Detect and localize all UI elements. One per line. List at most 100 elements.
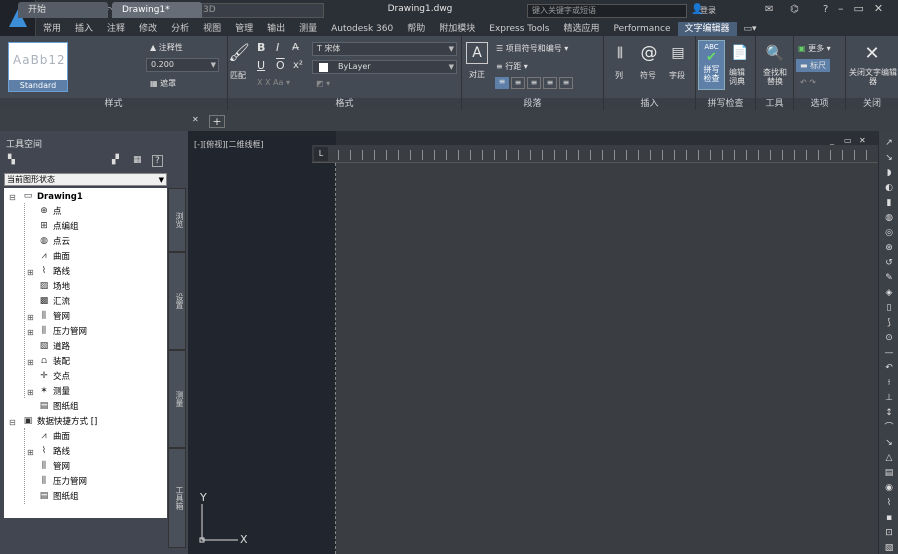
ribbon-tab-8[interactable]: 测量 <box>292 22 324 36</box>
tree-item[interactable]: ⊞ ⫼ 压力管网 <box>27 325 87 340</box>
doc-tab-start[interactable]: 开始 <box>18 2 108 18</box>
align-center-icon[interactable]: ≡ <box>511 77 525 89</box>
draw-tool-6-icon[interactable]: ◎ <box>883 227 895 239</box>
ribbon-tab-7[interactable]: 输出 <box>260 22 292 36</box>
close-icon[interactable]: ✕ <box>874 2 883 15</box>
side-tab-prospector[interactable]: 浏览 <box>168 188 186 252</box>
bullets-button[interactable]: ☰ 项目符号和编号 ▾ <box>496 43 568 54</box>
ribbon-tab-15[interactable]: 文字编辑器 <box>677 22 737 36</box>
draw-tool-26-icon[interactable]: ⊡ <box>883 527 895 539</box>
justify-full-icon[interactable]: ≡ <box>543 77 557 89</box>
bold-button[interactable]: B <box>257 41 265 54</box>
draw-tool-3-icon[interactable]: ◐ <box>883 182 895 194</box>
tree-item[interactable]: ⊞ ✶ 测量 <box>27 385 70 400</box>
tree-item[interactable]: ▤ 图纸组 <box>38 490 79 505</box>
ribbon-options-icon[interactable]: ▭▾ <box>737 22 764 36</box>
tree-item[interactable]: ⊕ 点 <box>38 205 61 220</box>
doc-tab-drawing1[interactable]: Drawing1* <box>112 2 202 18</box>
symbol-icon[interactable]: @ <box>638 42 660 64</box>
tree-item[interactable]: ▧ 道路 <box>38 340 70 355</box>
draw-tool-14-icon[interactable]: — <box>883 347 895 359</box>
tree-item[interactable]: ✛ 交点 <box>38 370 70 385</box>
font-selector[interactable]: T 宋体 ▼ <box>312 42 457 56</box>
draw-tool-21-icon[interactable]: △ <box>883 452 895 464</box>
spell-check-button[interactable]: ABC ✔ 拼写检查 <box>698 40 725 90</box>
model-space-area[interactable] <box>188 131 336 554</box>
draw-tool-10-icon[interactable]: ◈ <box>883 287 895 299</box>
draw-tool-16-icon[interactable]: ⟊ <box>883 377 895 389</box>
minimize-icon[interactable]: – <box>838 2 844 15</box>
ribbon-tab-10[interactable]: 帮助 <box>400 22 432 36</box>
ribbon-tab-11[interactable]: 附加模块 <box>432 22 482 36</box>
text-style-gallery[interactable]: AaBb12 Standard <box>8 42 68 92</box>
tree-item[interactable]: ▨ 场地 <box>38 280 70 295</box>
expand-icon[interactable]: ⊞ <box>27 325 34 340</box>
maximize-icon[interactable]: ▭ <box>854 2 864 15</box>
ribbon-tab-6[interactable]: 管理 <box>228 22 260 36</box>
expand-icon[interactable]: ⊞ <box>27 310 34 325</box>
draw-tool-22-icon[interactable]: ▤ <box>883 467 895 479</box>
draw-tool-18-icon[interactable]: ↕ <box>883 407 895 419</box>
line-spacing-button[interactable]: ≡ 行距 ▾ <box>496 61 528 72</box>
mask-button[interactable]: ▦ 遮罩 <box>150 78 176 89</box>
expand-icon[interactable]: ⊞ <box>27 355 34 370</box>
collapse-icon[interactable]: ⊟ <box>9 415 16 430</box>
new-tab-icon[interactable]: + <box>209 115 225 128</box>
color-selector[interactable]: ByLayer ▼ <box>312 60 457 74</box>
collapse-icon[interactable]: ⊟ <box>9 190 16 205</box>
subscript-icon[interactable]: X X Aa ▾ <box>257 78 290 87</box>
draw-tool-12-icon[interactable]: ⟆ <box>883 317 895 329</box>
tree-item[interactable]: ⫼ 压力管网 <box>38 475 87 490</box>
draw-tool-7-icon[interactable]: ⊛ <box>883 242 895 254</box>
annotative-button[interactable]: ▲ 注释性 <box>150 42 183 53</box>
ribbon-tab-2[interactable]: 注释 <box>100 22 132 36</box>
tree-item[interactable]: ⊞ 点编组 <box>38 220 78 235</box>
superscript-icon[interactable]: x² <box>293 60 303 71</box>
close-tab-icon[interactable]: ✕ <box>192 115 199 124</box>
expand-icon[interactable]: ⊞ <box>27 385 34 400</box>
ribbon-tab-14[interactable]: Performance <box>606 22 677 36</box>
close-editor-icon[interactable]: ✕ <box>861 42 883 64</box>
ribbon-tab-0[interactable]: 常用 <box>36 22 68 36</box>
view-dropdown[interactable]: 当前图形状态 ▼ <box>4 173 167 186</box>
tree-item[interactable]: ◍ 点云 <box>38 235 70 250</box>
find-replace-icon[interactable]: 🔍 <box>764 42 786 64</box>
editor-close-icon[interactable]: ✕ <box>859 136 866 145</box>
draw-tool-11-icon[interactable]: ▯ <box>883 302 895 314</box>
ruler-button[interactable]: ▬ 标尺 <box>796 59 831 72</box>
exchange-icon[interactable]: ✉ <box>765 4 773 15</box>
underline-button[interactable]: U <box>257 59 265 72</box>
editor-restore-icon[interactable]: ▭ <box>844 136 852 145</box>
field-icon[interactable]: ▤ <box>667 42 689 64</box>
side-tab-survey[interactable]: 测量 <box>168 350 186 448</box>
ruler-tab-icon[interactable]: L <box>314 147 328 161</box>
distribute-icon[interactable]: ≡ <box>559 77 573 89</box>
side-tab-settings[interactable]: 设置 <box>168 252 186 350</box>
tree-item[interactable]: ⩘ 曲面 <box>38 250 70 265</box>
draw-tool-20-icon[interactable]: ↘ <box>883 437 895 449</box>
align-right-icon[interactable]: ≡ <box>527 77 541 89</box>
columns-icon[interactable]: ⫼ <box>609 42 631 64</box>
login-link[interactable]: 登录 <box>700 5 716 16</box>
more-button[interactable]: ▣ 更多 ▾ <box>798 43 831 54</box>
tree-item[interactable]: ▤ 图纸组 <box>38 400 79 415</box>
ribbon-tab-13[interactable]: 精选应用 <box>556 22 606 36</box>
draw-tool-1-icon[interactable]: ↘ <box>883 152 895 164</box>
expand-icon[interactable]: ⊞ <box>27 445 34 460</box>
draw-tool-9-icon[interactable]: ✎ <box>883 272 895 284</box>
tree-item[interactable]: ⫼ 管网 <box>38 460 70 475</box>
tree-item[interactable]: ⩘ 曲面 <box>38 430 70 445</box>
ribbon-tab-3[interactable]: 修改 <box>132 22 164 36</box>
draw-tool-17-icon[interactable]: ⊥ <box>883 392 895 404</box>
draw-tool-23-icon[interactable]: ◉ <box>883 482 895 494</box>
ribbon-tab-4[interactable]: 分析 <box>164 22 196 36</box>
draw-tool-25-icon[interactable]: ▪ <box>883 512 895 524</box>
draw-tool-2-icon[interactable]: ◗ <box>883 167 895 179</box>
tree-item[interactable]: ⊞ ⩍ 装配 <box>27 355 70 370</box>
undo-redo-icon[interactable]: ↶ ↷ <box>800 78 816 87</box>
strikethrough-icon[interactable]: A̶ <box>292 42 299 53</box>
clear-format-icon[interactable]: ◩ ▾ <box>316 79 330 88</box>
ribbon-tab-12[interactable]: Express Tools <box>482 22 556 36</box>
side-tab-toolbox[interactable]: 工具箱 <box>168 448 186 548</box>
draw-tool-5-icon[interactable]: ◍ <box>883 212 895 224</box>
